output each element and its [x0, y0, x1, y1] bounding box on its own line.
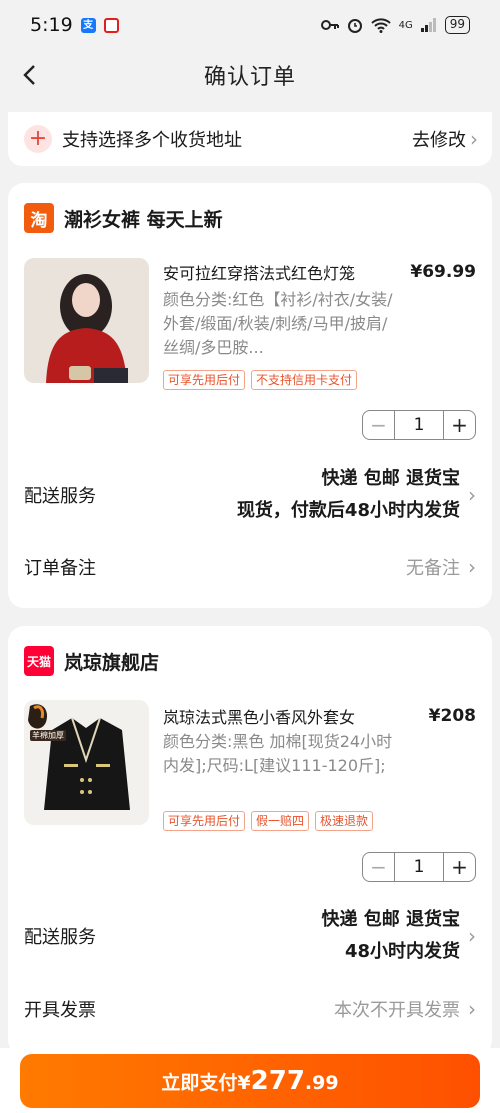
chevron-right-icon: › [468, 924, 476, 948]
invoice-row[interactable]: 开具发票 本次不开具发票 › [24, 991, 476, 1027]
store-name: 潮衫女裤 每天上新 [64, 208, 223, 231]
invoice-value: 本次不开具发票 [334, 1000, 460, 1021]
delivery-service-row[interactable]: 配送服务 快递 包邮 退货宝 48小时内发货 › [24, 900, 476, 972]
quantity-stepper: − 1 + [362, 852, 476, 882]
chevron-right-icon: › [468, 483, 476, 507]
product-spec[interactable]: 颜色分类:黑色 加棉[现货24小时内发];尺码:L[建议111-120斤]; [163, 730, 403, 804]
decrease-quantity-button[interactable]: − [363, 411, 395, 439]
product-thumbnail[interactable]: 羊棉加厚 [24, 700, 149, 825]
store-card-1: 淘 潮衫女裤 每天上新 安可拉红穿搭法式红色灯笼 ¥69.99 颜色分类:红色【… [8, 183, 492, 608]
notification-app-icon [103, 17, 119, 33]
delivery-service-value: 快递 包邮 退货宝 48小时内发货 › [321, 904, 476, 968]
product-tags: 可享先用后付 不支持信用卡支付 [163, 370, 358, 390]
tag-fast-refund: 极速退款 [315, 811, 374, 831]
chevron-right-icon: › [468, 997, 476, 1021]
quantity-value[interactable]: 1 [395, 853, 443, 881]
status-left: 5:19 支 [30, 14, 119, 36]
signal-icon [420, 18, 436, 32]
pay-now-button[interactable]: 立即支付 ¥ 277 .99 [20, 1054, 480, 1108]
product-image-black-jacket [24, 700, 149, 825]
quantity-value[interactable]: 1 [395, 411, 443, 439]
product-image-red-blouse [24, 258, 149, 383]
delivery-service-value: 快递 包邮 退货宝 现货，付款后48小时内发货 › [237, 463, 476, 527]
status-right: 4G 99 [320, 16, 470, 34]
nav-bar: 确认订单 [0, 50, 500, 100]
page-title: 确认订单 [203, 65, 296, 90]
store-name: 岚琼旗舰店 [64, 651, 160, 674]
address-card[interactable]: + 支持选择多个收货地址 去修改 › [8, 112, 492, 166]
pay-amount-decimal: .99 [304, 1072, 339, 1094]
product-tags: 可享先用后付 假一赔四 极速退款 [163, 811, 374, 831]
product-price: ¥69.99 [410, 262, 476, 282]
alarm-icon [347, 19, 362, 33]
chevron-left-icon [23, 65, 35, 85]
chevron-right-icon: › [470, 127, 478, 151]
network-type: 4G [398, 19, 413, 31]
delivery-service-label: 配送服务 [24, 486, 96, 507]
order-note-value: 无备注 [406, 558, 460, 579]
invoice-label: 开具发票 [24, 1000, 96, 1021]
add-address-icon: + [24, 125, 52, 153]
product-title[interactable]: 安可拉红穿搭法式红色灯笼 [163, 260, 403, 284]
back-button[interactable] [14, 60, 44, 90]
decrease-quantity-button[interactable]: − [363, 853, 395, 881]
key-icon [320, 20, 339, 30]
pay-currency: ¥ [237, 1072, 251, 1094]
tag-no-credit-card: 不支持信用卡支付 [251, 370, 358, 390]
store-header[interactable]: 天猫 岚琼旗舰店 [24, 646, 159, 676]
tag-fake-pay-four: 假一赔四 [251, 811, 310, 831]
order-note-row[interactable]: 订单备注 无备注 › [24, 549, 476, 585]
delivery-service-row[interactable]: 配送服务 快递 包邮 退货宝 现货，付款后48小时内发货 › [24, 459, 476, 531]
product-price: ¥208 [428, 706, 476, 726]
store-card-2: 天猫 岚琼旗舰店 羊棉加厚 岚琼法式黑色小香风外套女 ¥208 颜色分类:黑色 … [8, 626, 492, 1056]
status-time: 5:19 [30, 14, 73, 36]
tag-pay-later: 可享先用后付 [163, 370, 246, 390]
delivery-line-1: 快递 包邮 退货宝 [321, 909, 460, 930]
product-title[interactable]: 岚琼法式黑色小香风外套女 [163, 704, 403, 728]
delivery-line-2: 48小时内发货 [344, 941, 460, 962]
address-label: 支持选择多个收货地址 [62, 130, 242, 151]
product-thumbnail[interactable] [24, 258, 149, 383]
modify-address-button[interactable]: 去修改 › [412, 126, 478, 152]
tag-pay-later: 可享先用后付 [163, 811, 246, 831]
pay-bar: 立即支付 ¥ 277 .99 [0, 1048, 500, 1113]
product-spec[interactable]: 颜色分类:红色【衬衫/衬衣/女装/外套/缎面/秋装/刺绣/马甲/披肩/丝绸/多巴… [163, 288, 403, 362]
thumbnail-badge: 羊棉加厚 [30, 730, 66, 741]
delivery-line-1: 快递 包邮 退货宝 [321, 468, 460, 489]
delivery-line-2: 现货，付款后48小时内发货 [236, 500, 460, 521]
increase-quantity-button[interactable]: + [443, 853, 475, 881]
pay-label: 立即支付 [161, 1072, 238, 1094]
taobao-logo-icon: 淘 [24, 203, 54, 233]
chevron-right-icon: › [468, 555, 476, 579]
tmall-logo-icon: 天猫 [24, 646, 54, 676]
alipay-icon: 支 [80, 17, 96, 33]
increase-quantity-button[interactable]: + [443, 411, 475, 439]
order-note-label: 订单备注 [24, 558, 96, 579]
pay-amount-integer: 277 [250, 1066, 305, 1096]
store-header[interactable]: 淘 潮衫女裤 每天上新 [24, 203, 223, 233]
delivery-service-label: 配送服务 [24, 927, 96, 948]
status-bar: 5:19 支 4G 99 [0, 0, 500, 50]
battery-indicator: 99 [444, 16, 470, 34]
wifi-icon [370, 17, 391, 33]
modify-address-label: 去修改 [412, 130, 466, 151]
quantity-stepper: − 1 + [362, 410, 476, 440]
